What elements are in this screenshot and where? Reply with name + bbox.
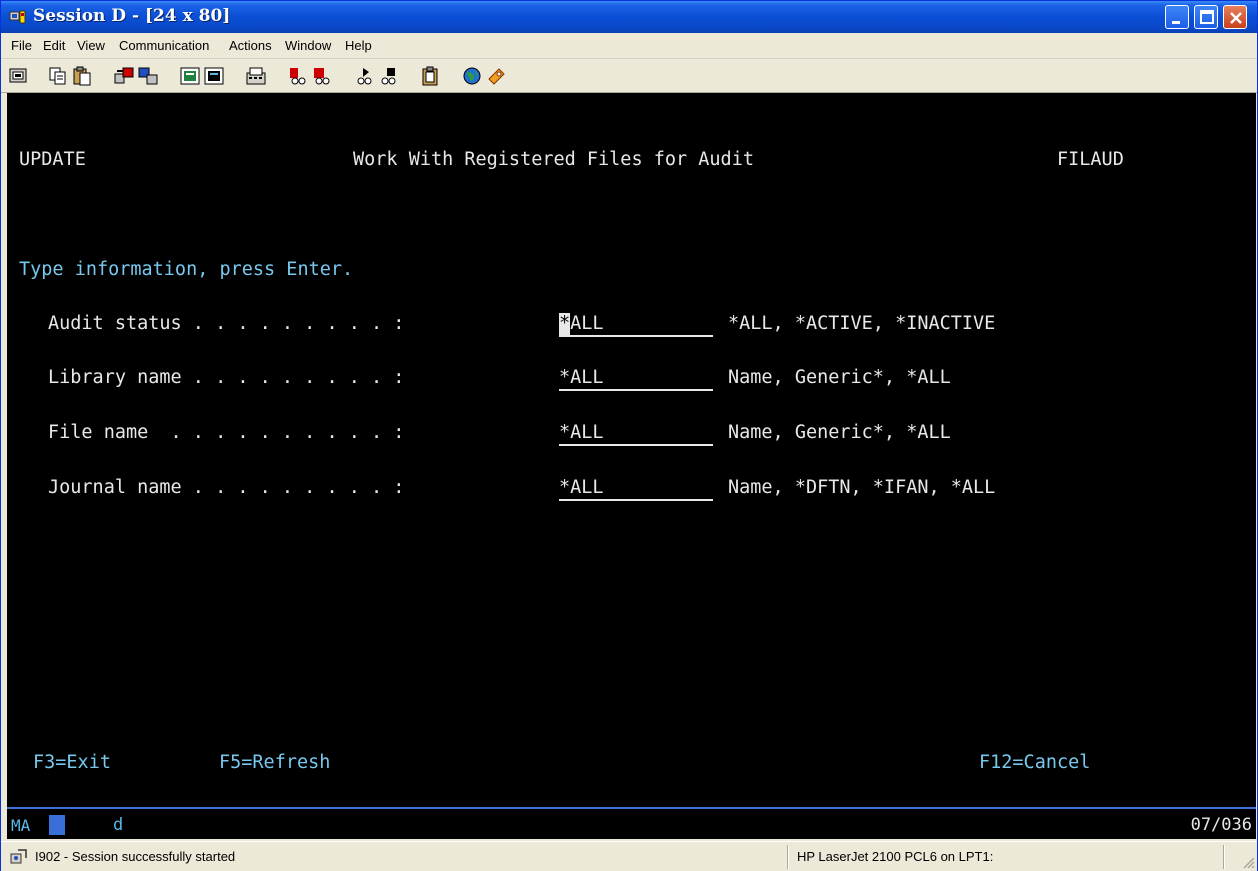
screen-instruction: Type information, press Enter. [19, 259, 354, 280]
menu-actions[interactable]: Actions [229, 38, 272, 53]
pause-macro-icon[interactable] [377, 65, 399, 87]
oia-selection-block [49, 815, 65, 835]
toolbar [1, 59, 1257, 93]
oia-indicator: d [113, 815, 124, 835]
text-cursor: * [559, 313, 571, 335]
menu-help[interactable]: Help [345, 38, 372, 53]
menu-window[interactable]: Window [285, 38, 331, 53]
window-title: Session D - [24 x 80] [33, 6, 231, 26]
connection-icon [9, 848, 29, 866]
keyboard-map-icon[interactable] [245, 65, 267, 87]
f5-refresh-key[interactable]: F5=Refresh [219, 752, 330, 774]
menu-communication[interactable]: Communication [119, 38, 209, 53]
field-hint-audit-status: *ALL, *ACTIVE, *INACTIVE [728, 313, 996, 334]
terminal-screen-body[interactable] [7, 143, 1256, 808]
audit-status-input[interactable]: *ALL [559, 313, 713, 337]
menu-edit[interactable]: Edit [43, 38, 65, 53]
copy-icon[interactable] [47, 65, 69, 87]
receive-file-icon[interactable] [137, 65, 159, 87]
status-divider-2 [1223, 845, 1225, 869]
menu-view[interactable]: View [77, 38, 105, 53]
title-bar[interactable]: Session D - [24 x 80] [1, 1, 1257, 33]
oia-ma-indicator: MA [11, 816, 31, 835]
f3-exit-key[interactable]: F3=Exit [33, 752, 111, 774]
printer-status: HP LaserJet 2100 PCL6 on LPT1: [797, 849, 994, 864]
field-label-journal-name: Journal name . . . . . . . . . : [48, 477, 405, 498]
paste-icon[interactable] [71, 65, 93, 87]
emulator-window: Session D - [24 x 80] File Edit View Com… [0, 0, 1258, 871]
terminal-screen[interactable] [7, 93, 1256, 143]
send-file-icon[interactable] [113, 65, 135, 87]
field-label-file-name: File name . . . . . . . . . . : [48, 422, 405, 443]
operator-info-area: MA d 07/036 [7, 807, 1256, 839]
screen-mode: UPDATE [19, 149, 86, 170]
status-message: I902 - Session successfully started [35, 849, 236, 864]
screen-program: FILAUD [1057, 149, 1124, 170]
journal-name-input[interactable]: *ALL [559, 477, 713, 501]
library-name-input[interactable]: *ALL [559, 367, 713, 391]
print-screen-icon[interactable] [7, 65, 29, 87]
field-hint-journal-name: Name, *DFTN, *IFAN, *ALL [728, 477, 996, 498]
stop-macro-icon[interactable] [311, 65, 333, 87]
maximize-button[interactable] [1194, 5, 1218, 29]
resize-grip-icon[interactable] [1241, 855, 1255, 869]
field-label-audit-status: Audit status . . . . . . . . . : [48, 313, 405, 334]
minimize-button[interactable] [1165, 5, 1189, 29]
play-macro-icon[interactable] [353, 65, 375, 87]
screen-title: Work With Registered Files for Audit [353, 149, 754, 170]
status-divider [787, 845, 789, 869]
field-hint-library-name: Name, Generic*, *ALL [728, 367, 951, 388]
cursor-position: 07/036 [1190, 815, 1252, 835]
status-bar: I902 - Session successfully started HP L… [1, 841, 1257, 871]
session-icon [9, 9, 27, 25]
menu-file[interactable]: File [11, 38, 32, 53]
display-macro-icon[interactable] [203, 65, 225, 87]
globe-icon[interactable] [461, 65, 483, 87]
help-icon[interactable] [485, 65, 507, 87]
field-hint-file-name: Name, Generic*, *ALL [728, 422, 951, 443]
menu-bar: File Edit View Communication Actions Win… [1, 33, 1257, 59]
display-keypad-icon[interactable] [179, 65, 201, 87]
field-label-library-name: Library name . . . . . . . . . : [48, 367, 405, 388]
f12-cancel-key[interactable]: F12=Cancel [979, 752, 1090, 774]
record-macro-icon[interactable] [287, 65, 309, 87]
file-name-input[interactable]: *ALL [559, 422, 713, 446]
close-button[interactable] [1223, 5, 1247, 29]
clipboard-icon[interactable] [419, 65, 441, 87]
